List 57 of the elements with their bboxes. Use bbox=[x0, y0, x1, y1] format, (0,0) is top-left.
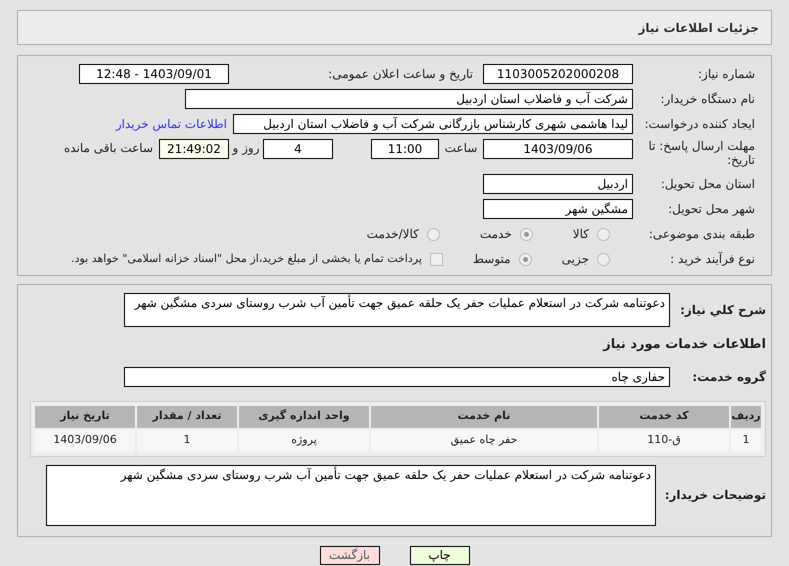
field-label: شرح کلي نياز: bbox=[679, 302, 766, 319]
table-cell: حفر چاه عمیق bbox=[371, 430, 597, 452]
table-cell: پروژه bbox=[239, 430, 369, 452]
radio-label: متوسط bbox=[472, 251, 511, 268]
column-header: تعداد / مقدار bbox=[137, 406, 237, 428]
radio-label: جزیی bbox=[562, 251, 589, 268]
column-header: کد خدمت bbox=[599, 406, 729, 428]
deadline-date-field: 1403/09/06 bbox=[483, 139, 633, 159]
field-label: طبقه بندی موضوعی: bbox=[648, 226, 755, 243]
column-header: واحد اندازه گیری bbox=[239, 406, 369, 428]
payment-label: پرداخت تمام یا بخشی از مبلغ خرید،از محل "اسناد خزانه اسلامی" خواهد بود. bbox=[71, 250, 422, 267]
need-number-field: 1103005202000208 bbox=[483, 64, 633, 84]
header-title: جزئیات اطلاعات نیاز bbox=[638, 20, 759, 36]
field-label: روز و bbox=[231, 140, 260, 157]
service-group-field: حفاری چاه bbox=[124, 366, 670, 386]
province-field: اردبیل bbox=[483, 174, 633, 194]
back-button[interactable]: بازگشت bbox=[320, 546, 380, 564]
radio-label: کالا/خدمت bbox=[366, 226, 419, 243]
contact-link[interactable]: اطلاعات تماس خریدار bbox=[116, 115, 227, 133]
radio-button[interactable] bbox=[426, 228, 440, 240]
field-label: ایجاد کننده درخواست: bbox=[643, 116, 755, 133]
radio-button[interactable] bbox=[518, 252, 532, 266]
field-label: شماره نیاز: bbox=[697, 66, 755, 83]
radio-button[interactable] bbox=[597, 228, 610, 240]
deadline-time-field: 11:00 bbox=[371, 139, 439, 159]
requester-field: لیدا هاشمی شهری کارشناس بازرگانی شرکت آب و فاضلاب استان اردبیل bbox=[233, 114, 633, 134]
remaining-time-field: 21:49:02 bbox=[159, 139, 229, 159]
payment-checkbox[interactable] bbox=[430, 252, 443, 266]
field-label: توضیحات خریدار: bbox=[664, 487, 766, 504]
radio-label: کالا bbox=[572, 226, 589, 243]
radio-label: خدمت bbox=[480, 226, 512, 243]
city-field: مشگین شهر bbox=[483, 199, 633, 219]
table-cell: 1 bbox=[731, 430, 761, 452]
field-label: شهر محل تحویل: bbox=[667, 201, 755, 218]
field-label: گروه خدمت: bbox=[691, 368, 766, 386]
radio-button[interactable] bbox=[520, 228, 533, 240]
buyer-notes-textarea[interactable]: دعوتنامه شرکت در استعلام عملیات حفر یک حلقه عمیق جهت تأمین آب شرب روستای سردی مشگین شهر bbox=[46, 464, 656, 526]
section-heading: اطلاعات خدمات مورد نياز bbox=[602, 336, 766, 354]
announce-date-field: 1403/09/01 - 12:48 bbox=[79, 64, 229, 84]
column-header: رديف bbox=[731, 406, 761, 428]
field-label: ساعت bbox=[444, 140, 478, 157]
field-label: ساعت باقی مانده bbox=[64, 140, 153, 157]
buyer-org-field: شرکت آب و فاضلاب استان اردبیل bbox=[185, 89, 633, 109]
days-field: 4 bbox=[263, 139, 333, 159]
table-cell: 1 bbox=[137, 430, 237, 452]
table-cell: ق-110 bbox=[599, 430, 729, 452]
column-header: نام خدمت bbox=[371, 406, 597, 428]
field-label: مهلت ارسال پاسخ: تا تاریخ: bbox=[647, 139, 755, 167]
table-cell: 1403/09/06 bbox=[35, 430, 135, 452]
field-label: نوع فرآیند خرید : bbox=[669, 251, 755, 268]
field-label: تاریخ و ساعت اعلان عمومی: bbox=[327, 66, 473, 83]
field-label: نام دستگاه خریدار: bbox=[660, 91, 755, 108]
radio-button[interactable] bbox=[597, 252, 610, 266]
column-header: تاریخ نیاز bbox=[35, 406, 135, 428]
summary-textarea[interactable]: دعوتنامه شرکت در استعلام عملیات حفر یک حلقه عمیق جهت تأمین آب شرب روستای سردی مشگین شهر bbox=[124, 293, 670, 327]
print-button[interactable]: چاپ bbox=[410, 546, 470, 564]
field-label: استان محل تحویل: bbox=[660, 176, 755, 193]
